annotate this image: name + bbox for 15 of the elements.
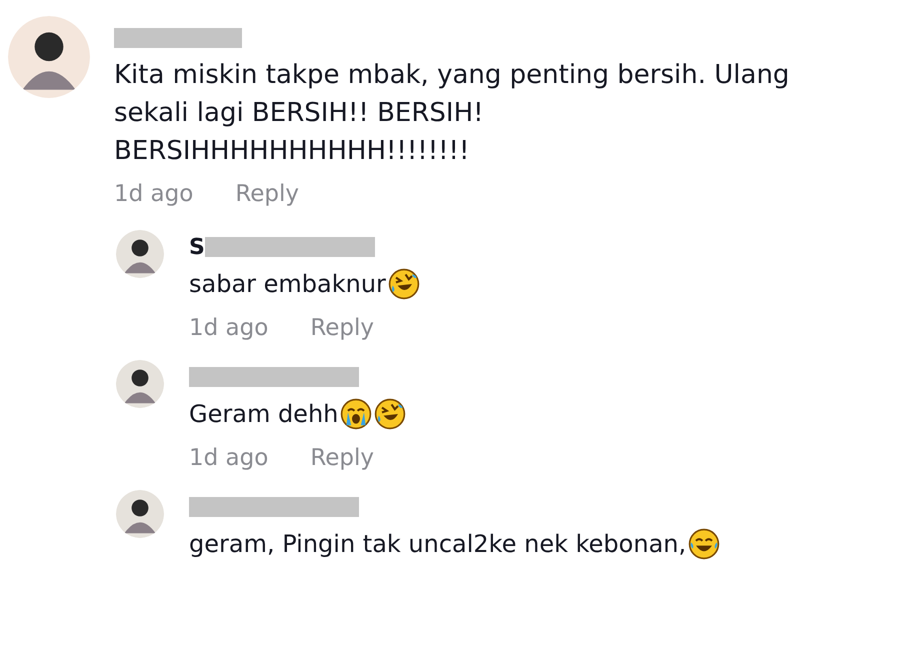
avatar[interactable] [116,230,164,278]
avatar[interactable] [8,16,90,98]
comment-text: Kita miskin takpe mbak, yang penting bersih. Ulang sekali lagi BERSIH!! BERSIH! BERSIHHHHHHHHHH!!!!!!!! [114,59,790,168]
comment-text: sabar embaknur [189,269,386,300]
avatar[interactable] [116,490,164,538]
comment-text: Geram dehh [189,399,338,430]
reply-link[interactable]: Reply [310,442,374,474]
timestamp: 1d ago [114,180,194,209]
username[interactable]: S [189,234,205,260]
timestamp: 1d ago [189,314,268,343]
avatar[interactable] [116,360,164,408]
reply-link[interactable]: Reply [310,312,374,344]
reply-link[interactable]: Reply [235,178,300,210]
timestamp: 1d ago [189,444,268,473]
comment-text: geram, Pingin tak uncal2ke nek kebonan, [189,529,686,560]
